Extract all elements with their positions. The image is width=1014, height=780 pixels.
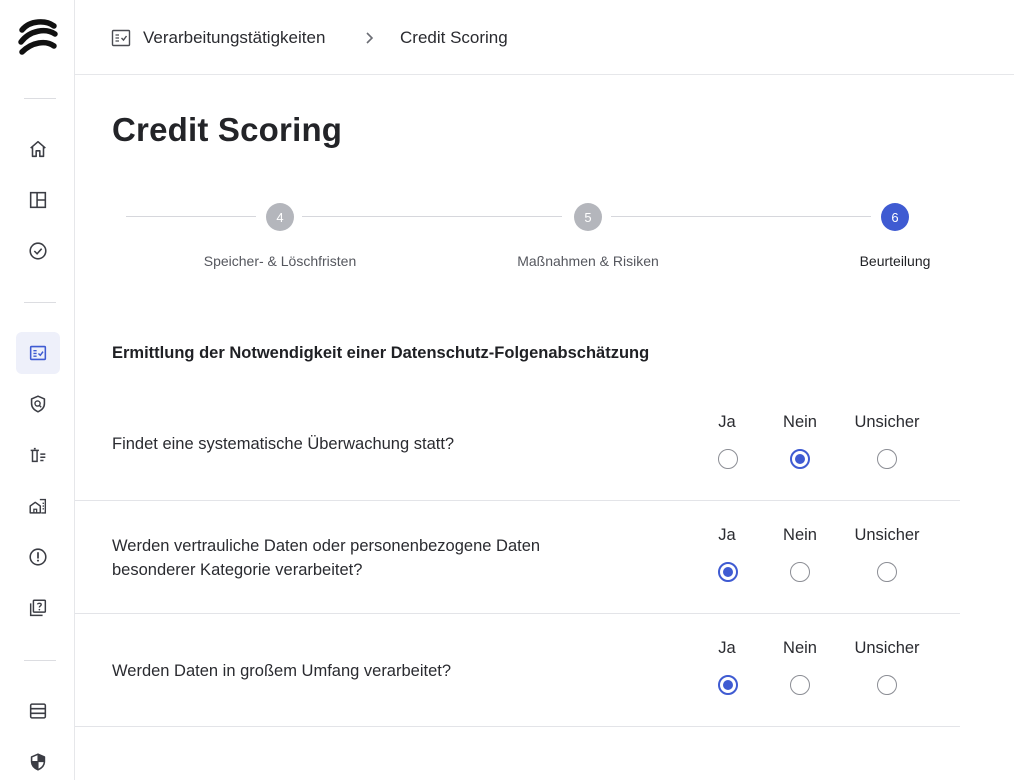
- question-row: Werden vertrauliche Daten oder personenb…: [75, 501, 960, 614]
- question-text: Werden vertrauliche Daten oder personenb…: [112, 537, 541, 579]
- stepper-line: [611, 216, 871, 217]
- processing-list-icon: [111, 29, 131, 47]
- question-text: Werden Daten in großem Umfang verarbeite…: [112, 662, 452, 680]
- sidebar-item-deletion[interactable]: [16, 434, 60, 476]
- sidebar-item-security[interactable]: [16, 741, 60, 780]
- breadcrumb-item-current: Credit Scoring: [400, 28, 508, 47]
- processing-list-icon: [29, 345, 47, 361]
- building-list-icon: [29, 498, 47, 514]
- stepper-line: [126, 216, 256, 217]
- radio-nein[interactable]: [790, 562, 810, 582]
- option-label-unsicher: Unsicher: [854, 639, 920, 657]
- shield-search-icon: [30, 395, 46, 413]
- breadcrumb: Verarbeitungstätigkeiten Credit Scoring: [75, 0, 1014, 75]
- sidebar-item-privacy[interactable]: [16, 383, 60, 425]
- sidebar-item-data-inventory[interactable]: [16, 690, 60, 732]
- sidebar-item-vendors[interactable]: [16, 485, 60, 527]
- sidebar-divider: [24, 302, 56, 303]
- section-title: Ermittlung der Notwendigkeit einer Daten…: [112, 344, 650, 362]
- option-label-unsicher: Unsicher: [854, 413, 920, 431]
- sidebar-item-requests[interactable]: [16, 587, 60, 629]
- sidebar-divider: [24, 98, 56, 99]
- layout-icon: [29, 191, 47, 209]
- breadcrumb-item-processing-activities[interactable]: Verarbeitungstätigkeiten: [143, 28, 325, 48]
- radio-unsicher[interactable]: [877, 562, 897, 582]
- option-label-nein: Nein: [783, 639, 817, 657]
- delete-list-icon: [30, 447, 46, 463]
- security-shield-icon: [30, 753, 46, 771]
- radio-ja[interactable]: [718, 562, 738, 582]
- sidebar: [0, 0, 75, 780]
- page-title: Credit Scoring: [112, 111, 343, 148]
- sidebar-divider: [24, 660, 56, 661]
- question-text: Findet eine systematische Überwachung st…: [112, 435, 455, 453]
- question-row: Findet eine systematische Überwachung st…: [75, 400, 960, 501]
- sidebar-item-incidents[interactable]: [16, 536, 60, 578]
- sidebar-item-home[interactable]: [16, 128, 60, 170]
- alert-circle-icon: [29, 548, 47, 566]
- option-label-nein: Nein: [783, 413, 817, 431]
- chevron-right-icon: [366, 32, 374, 44]
- stepper-line: [302, 216, 562, 217]
- option-label-nein: Nein: [783, 526, 817, 544]
- step-6-indicator[interactable]: 6: [881, 203, 909, 231]
- database-icon: [29, 703, 47, 719]
- step-4-indicator[interactable]: 4: [266, 203, 294, 231]
- radio-ja[interactable]: [718, 449, 738, 469]
- home-icon: [30, 140, 46, 158]
- radio-ja[interactable]: [718, 675, 738, 695]
- sidebar-item-processing-activities[interactable]: [16, 332, 60, 374]
- option-label-unsicher: Unsicher: [854, 526, 920, 544]
- radio-nein[interactable]: [790, 675, 810, 695]
- app-logo-icon[interactable]: [16, 16, 60, 60]
- step-5-label[interactable]: Maßnahmen & Risiken: [488, 252, 688, 270]
- step-6-label[interactable]: Beurteilung: [845, 252, 945, 270]
- question-row: Werden Daten in großem Umfang verarbeite…: [75, 614, 960, 727]
- step-5-indicator[interactable]: 5: [574, 203, 602, 231]
- radio-unsicher[interactable]: [877, 675, 897, 695]
- question-stack-icon: [29, 599, 47, 617]
- sidebar-item-dashboard[interactable]: [16, 179, 60, 221]
- check-circle-icon: [29, 242, 47, 260]
- step-4-label[interactable]: Speicher- & Löschfristen: [180, 252, 380, 270]
- radio-nein[interactable]: [790, 449, 810, 469]
- sidebar-item-tasks[interactable]: [16, 230, 60, 272]
- radio-unsicher[interactable]: [877, 449, 897, 469]
